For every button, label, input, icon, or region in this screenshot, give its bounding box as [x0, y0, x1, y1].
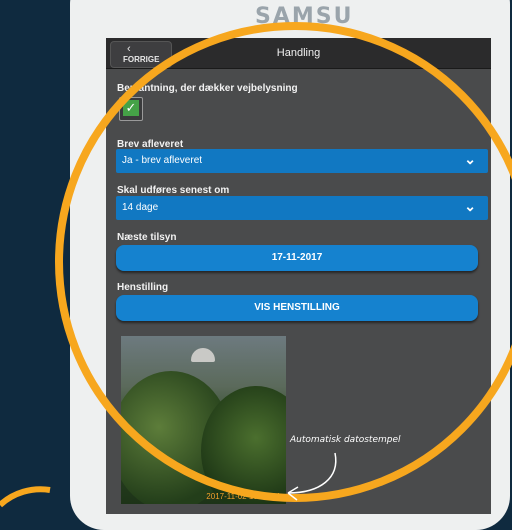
annotation-text: Automatisk datostempel — [290, 435, 401, 445]
annotation-arrow-icon — [287, 452, 337, 501]
highlight-ring — [0, 22, 512, 508]
